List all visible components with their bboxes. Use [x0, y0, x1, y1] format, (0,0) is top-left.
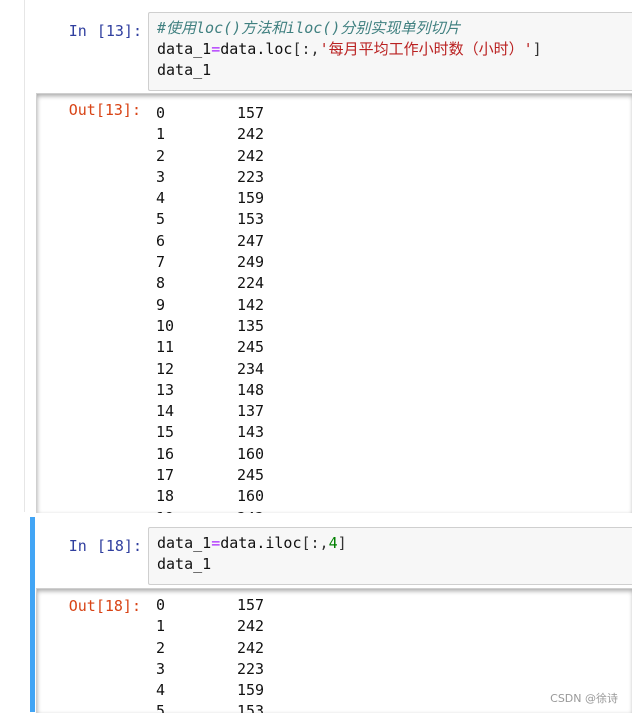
series-index: 17	[156, 466, 175, 485]
series-value: 137	[237, 402, 265, 421]
series-value: 234	[237, 359, 265, 378]
series-value: 157	[237, 104, 265, 122]
series-index: 9	[156, 295, 166, 314]
series-value: 143	[237, 423, 265, 442]
series-index: 4	[156, 189, 166, 208]
series-value: 148	[237, 380, 265, 399]
code-token: =	[211, 534, 221, 552]
code-token: data_1	[157, 555, 212, 573]
series-value: 135	[237, 316, 265, 335]
series-index: 3	[156, 659, 166, 678]
code-cell-18[interactable]: In [18]: data_1=data.iloc[:,4] data_1 Out…	[0, 517, 632, 713]
series-value: 142	[237, 295, 265, 314]
code-token: ]	[337, 534, 347, 552]
code-token: data.iloc	[220, 534, 302, 552]
input-prompt: In [18]:	[40, 536, 142, 557]
code-number: 4	[328, 534, 338, 552]
series-index: 2	[156, 638, 166, 657]
series-index: 6	[156, 231, 166, 250]
input-prompt: In [13]:	[40, 21, 142, 42]
series-value: 247	[237, 231, 265, 250]
input-prompt-label: In	[68, 537, 87, 555]
series-index: 12	[156, 359, 175, 378]
code-token: [:,	[292, 40, 320, 58]
code-editor[interactable]: #使用loc()方法和iloc()分别实现单列切片 data_1=data.lo…	[148, 12, 632, 91]
selected-cell-indicator	[30, 517, 35, 712]
series-index: 0	[156, 596, 166, 614]
series-value: 160	[237, 487, 265, 506]
code-line-2: data_1	[157, 554, 632, 575]
series-value: 157	[237, 596, 265, 614]
watermark: CSDN @徐诗	[550, 692, 618, 705]
code-token: data.loc	[220, 40, 293, 58]
series-index: 13	[156, 380, 175, 399]
code-token: ]	[532, 40, 542, 58]
series-value: 245	[237, 338, 265, 357]
input-prompt-label: In	[68, 22, 87, 40]
code-string: '每月平均工作小时数（小时）'	[319, 40, 533, 58]
series-value: 159	[237, 189, 265, 208]
series-index: 14	[156, 402, 175, 421]
code-token: data_1	[157, 61, 212, 79]
series-index: 3	[156, 167, 166, 186]
code-editor[interactable]: data_1=data.iloc[:,4] data_1	[148, 527, 632, 585]
series-index: 4	[156, 681, 166, 700]
series-index: 1	[156, 617, 166, 636]
code-token: data_1	[157, 40, 212, 58]
series-index: 10	[156, 316, 175, 335]
series-index: 18	[156, 487, 175, 506]
series-index: 19	[156, 508, 174, 513]
output-area[interactable]: Out[13]: 0 157 1 242 2 242 3 223 4 159 5 153 6 247 7 24…	[36, 93, 632, 513]
series-value: 242	[237, 146, 265, 165]
code-comment: #使用loc()方法和iloc()分别实现单列切片	[157, 19, 461, 37]
code-cell-13[interactable]: In [13]: #使用loc()方法和iloc()分别实现单列切片 data_1…	[0, 0, 632, 513]
series-index: 5	[156, 210, 166, 229]
series-value: 245	[237, 466, 265, 485]
code-line-1: data_1=data.iloc[:,4]	[157, 533, 632, 554]
series-value: 242	[237, 617, 265, 636]
series-index: 1	[156, 125, 166, 144]
code-token: data_1	[157, 534, 212, 552]
output-area[interactable]: Out[18]: 0 157 1 242 2 242 3 223 4 159 5 153	[36, 588, 632, 713]
series-index: 8	[156, 274, 166, 293]
series-value: 223	[237, 167, 265, 186]
series-value: 223	[237, 659, 265, 678]
series-index: 11	[156, 338, 175, 357]
series-index: 0	[156, 104, 166, 122]
code-token: =	[211, 40, 221, 58]
series-value: 242	[237, 638, 265, 657]
input-prompt-number: [13]:	[96, 22, 142, 40]
series-index: 2	[156, 146, 166, 165]
series-index: 7	[156, 253, 166, 272]
series-value: 159	[237, 681, 265, 700]
code-line-3: data_1	[157, 60, 632, 81]
output-prompt: Out[13]:	[68, 101, 141, 119]
series-index: 16	[156, 444, 175, 463]
series-value: 153	[237, 210, 265, 229]
series-value: 153	[237, 702, 265, 713]
series-value: 242	[237, 125, 265, 144]
code-line-1: #使用loc()方法和iloc()分别实现单列切片	[157, 18, 632, 39]
series-index: 5	[156, 702, 166, 713]
series-value: 224	[237, 274, 265, 293]
output-prompt: Out[18]:	[68, 597, 141, 615]
input-prompt-number: [18]:	[96, 537, 142, 555]
code-token: [:,	[301, 534, 329, 552]
series-value: 242	[237, 508, 264, 513]
code-line-2: data_1=data.loc[:,'每月平均工作小时数（小时）']	[157, 39, 632, 60]
series-value: 160	[237, 444, 265, 463]
series-index: 15	[156, 423, 175, 442]
series-value: 249	[237, 253, 265, 272]
